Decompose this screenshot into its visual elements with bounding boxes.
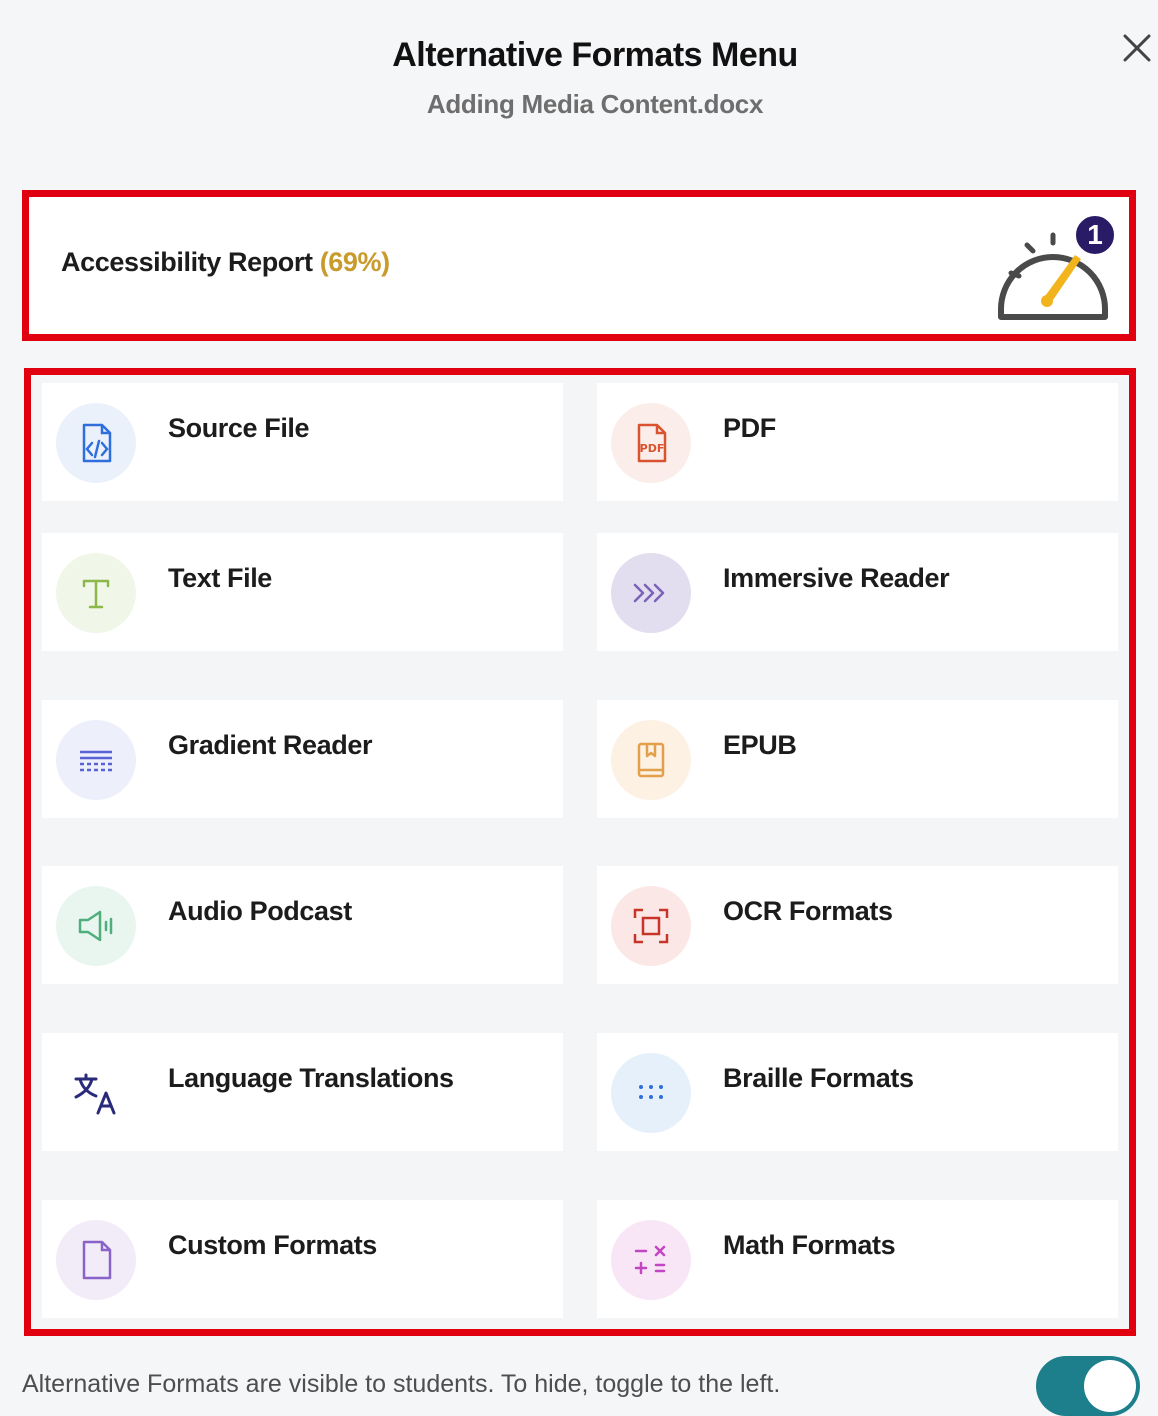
close-icon: [1123, 34, 1151, 62]
format-braille-formats[interactable]: Braille Formats: [597, 1033, 1118, 1151]
text-t-icon: [56, 553, 136, 633]
accessibility-report-card[interactable]: Accessibility Report (69%) 1: [22, 190, 1136, 341]
format-audio-podcast[interactable]: Audio Podcast: [42, 866, 563, 984]
accessibility-report-label: Accessibility Report (69%): [61, 247, 390, 278]
format-epub[interactable]: EPUB: [597, 700, 1118, 818]
pdf-icon: PDF: [611, 403, 691, 483]
format-immersive-reader[interactable]: Immersive Reader: [597, 533, 1118, 651]
format-label: Braille Formats: [723, 1063, 914, 1093]
format-math-formats[interactable]: Math Formats: [597, 1200, 1118, 1318]
formats-grid: Source File PDF PDF Text File Immersive …: [24, 368, 1136, 1336]
format-ocr-formats[interactable]: OCR Formats: [597, 866, 1118, 984]
math-icon: [611, 1220, 691, 1300]
svg-text:PDF: PDF: [640, 442, 665, 455]
file-name: Adding Media Content.docx: [426, 89, 764, 119]
format-gradient-reader[interactable]: Gradient Reader: [42, 700, 563, 818]
badge-count: 1: [1087, 219, 1103, 250]
immersive-reader-icon: [611, 553, 691, 633]
gauge-icon: 1: [991, 213, 1117, 323]
scan-icon: [611, 886, 691, 966]
format-label: PDF: [723, 413, 776, 443]
format-label: Language Translations: [168, 1063, 454, 1093]
blank-file-icon: [56, 1220, 136, 1300]
format-label: Text File: [168, 563, 272, 593]
dialog-header: Alternative Formats Menu Adding Media Co…: [0, 36, 1158, 120]
format-label: Immersive Reader: [723, 563, 950, 593]
format-pdf[interactable]: PDF PDF: [597, 383, 1118, 501]
visibility-toggle[interactable]: [1036, 1356, 1140, 1416]
dialog-title: Alternative Formats Menu: [392, 36, 798, 74]
format-label: OCR Formats: [723, 896, 893, 926]
format-custom-formats[interactable]: Custom Formats: [42, 1200, 563, 1318]
format-label: Math Formats: [723, 1230, 896, 1260]
notification-badge: 1: [1073, 213, 1117, 257]
gradient-lines-icon: [56, 720, 136, 800]
book-icon: [611, 720, 691, 800]
format-text-file[interactable]: Text File: [42, 533, 563, 651]
braille-icon: [611, 1053, 691, 1133]
code-file-icon: [56, 403, 136, 483]
format-language-translations[interactable]: Language Translations: [42, 1033, 563, 1151]
toggle-knob: [1084, 1360, 1136, 1412]
format-label: EPUB: [723, 730, 797, 760]
visibility-note: Alternative Formats are visible to stude…: [22, 1370, 781, 1398]
accessibility-report-title: Accessibility Report: [61, 247, 313, 277]
translate-icon: [56, 1053, 136, 1133]
format-source-file[interactable]: Source File: [42, 383, 563, 501]
accessibility-score: (69%): [319, 247, 390, 277]
format-label: Source File: [168, 413, 310, 443]
format-label: Gradient Reader: [168, 730, 373, 760]
speaker-icon: [56, 886, 136, 966]
format-label: Audio Podcast: [168, 896, 352, 926]
format-label: Custom Formats: [168, 1230, 377, 1260]
close-button[interactable]: [1117, 28, 1157, 68]
